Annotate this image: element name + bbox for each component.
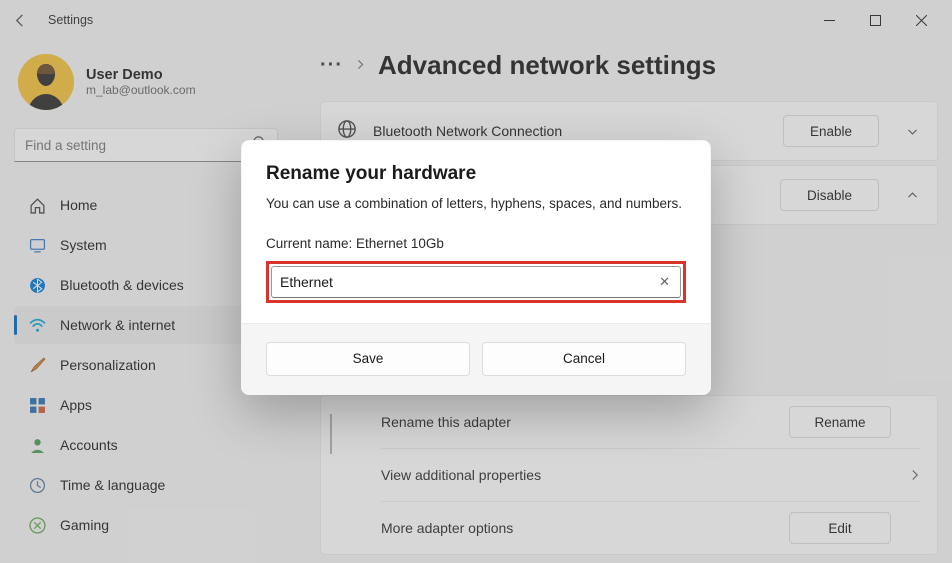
dialog-input-highlight: ✕ bbox=[266, 261, 686, 303]
rename-input[interactable] bbox=[280, 274, 657, 290]
rename-input-wrap[interactable]: ✕ bbox=[271, 266, 681, 298]
dialog-description: You can use a combination of letters, hy… bbox=[266, 195, 686, 214]
clear-input-icon[interactable]: ✕ bbox=[657, 274, 672, 290]
rename-dialog: Rename your hardware You can use a combi… bbox=[241, 140, 711, 395]
modal-overlay: Rename your hardware You can use a combi… bbox=[0, 0, 952, 563]
cancel-button[interactable]: Cancel bbox=[482, 342, 686, 376]
dialog-current-name: Current name: Ethernet 10Gb bbox=[266, 236, 686, 251]
dialog-title: Rename your hardware bbox=[266, 163, 686, 185]
save-button[interactable]: Save bbox=[266, 342, 470, 376]
